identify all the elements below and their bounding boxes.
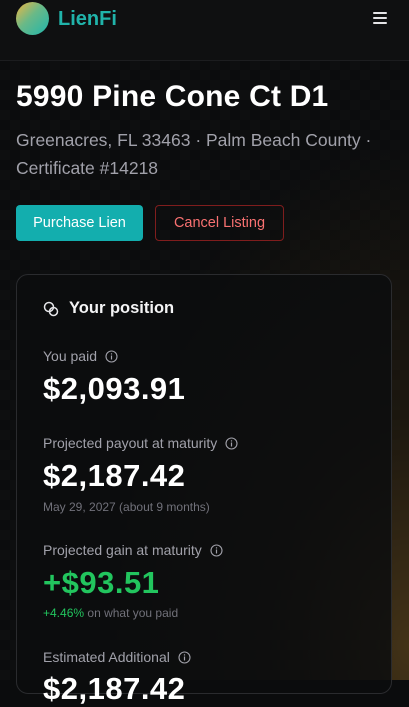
info-icon[interactable] <box>105 349 118 363</box>
position-card-header: Your position <box>43 299 174 318</box>
app-name: LienFi <box>58 8 117 30</box>
gain-label-row: Projected gain at maturity <box>43 542 223 558</box>
additional-label: Estimated Additional <box>43 649 170 665</box>
coins-icon <box>43 301 59 316</box>
menu-icon[interactable] <box>371 10 389 26</box>
purchase-lien-button[interactable]: Purchase Lien <box>16 205 143 241</box>
gain-label: Projected gain at maturity <box>43 542 202 558</box>
payout-label-row: Projected payout at maturity <box>43 435 238 451</box>
gain-note: on what you paid <box>87 606 179 620</box>
position-title: Your position <box>69 299 175 317</box>
property-location: Greenacres, FL 33463 · Palm Beach County… <box>16 130 372 178</box>
paid-value: $2,093.91 <box>43 371 186 406</box>
additional-value: $2,187.42 <box>43 671 186 706</box>
info-icon[interactable] <box>178 650 191 664</box>
property-address: 5990 Pine Cone Ct D1 <box>16 80 329 113</box>
paid-label-row: You paid <box>43 348 118 364</box>
app-header: LienFi <box>0 0 409 61</box>
payout-label: Projected payout at maturity <box>43 435 218 451</box>
additional-label-row: Estimated Additional <box>43 649 191 665</box>
position-card: Your position You paid $2,093.91 Project… <box>16 274 392 706</box>
payout-note: May 29, 2027 (about 9 months) <box>43 500 210 514</box>
info-icon[interactable] <box>225 436 238 450</box>
gain-note-row: +4.46% on what you paid <box>43 606 178 620</box>
payout-value: $2,187.42 <box>43 458 186 493</box>
gain-percent: +4.46% <box>43 606 85 620</box>
logo-icon <box>16 2 49 35</box>
gain-value: +$93.51 <box>43 565 160 600</box>
paid-label: You paid <box>43 348 97 364</box>
cancel-listing-button[interactable]: Cancel Listing <box>155 205 284 241</box>
info-icon[interactable] <box>210 543 223 557</box>
